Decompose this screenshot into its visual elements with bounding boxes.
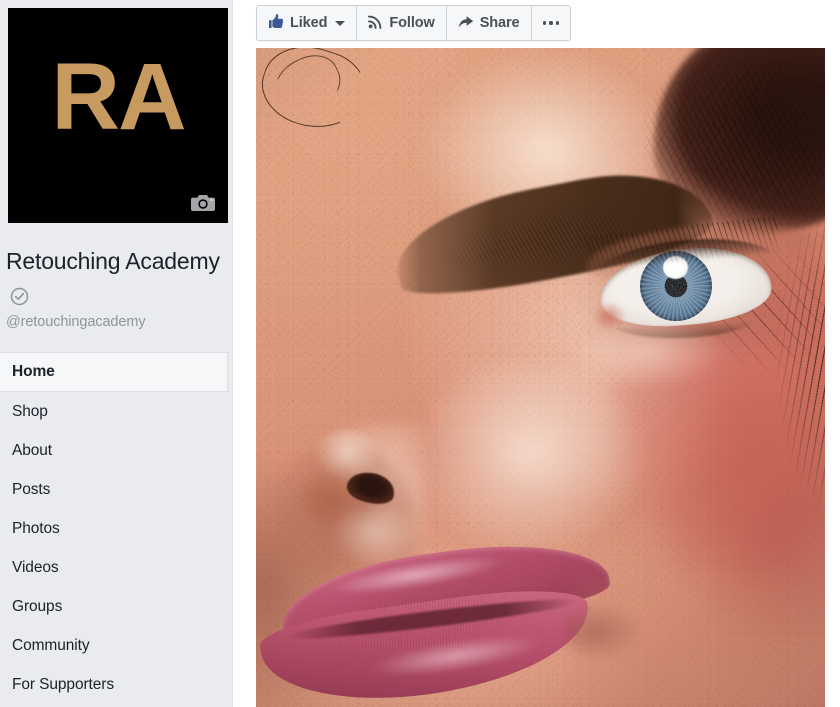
- thumbs-up-icon: [268, 13, 284, 33]
- sidebar-item-posts[interactable]: Posts: [0, 470, 232, 509]
- sidebar-item-label: For Supporters: [12, 676, 114, 693]
- cover-photo-image: [256, 48, 825, 707]
- sidebar-item-photos[interactable]: Photos: [0, 509, 232, 548]
- rss-icon: [368, 14, 383, 33]
- ellipsis-icon: [542, 21, 559, 25]
- liked-button-label: Liked: [290, 15, 328, 31]
- sidebar-item-label: Community: [12, 637, 90, 654]
- page-profile-picture[interactable]: RA: [8, 8, 228, 223]
- page-title-text: Retouching Academy: [6, 248, 220, 274]
- sidebar-item-label: Groups: [12, 598, 63, 615]
- more-options-button[interactable]: [531, 6, 570, 40]
- sidebar-item-community[interactable]: Community: [0, 626, 232, 665]
- sidebar-item-shop[interactable]: Shop: [0, 392, 232, 431]
- sidebar-item-label: Shop: [12, 403, 48, 420]
- photo-jawline: [574, 575, 825, 707]
- sidebar-item-label: Videos: [12, 559, 59, 576]
- sidebar-item-groups[interactable]: Groups: [0, 587, 232, 626]
- page-nav-list: Home Shop About Posts Photos Videos Grou…: [0, 352, 232, 704]
- follow-button[interactable]: Follow: [357, 6, 447, 40]
- sidebar-item-home[interactable]: Home: [0, 352, 228, 392]
- profile-picture-monogram: RA: [51, 44, 186, 150]
- verified-check-icon: [10, 281, 29, 315]
- sidebar-item-about[interactable]: About: [0, 431, 232, 470]
- share-button[interactable]: Share: [446, 6, 532, 40]
- camera-icon[interactable]: [190, 193, 216, 213]
- page-handle: @retouchingacademy: [6, 314, 146, 330]
- sidebar-item-videos[interactable]: Videos: [0, 548, 232, 587]
- cover-photo[interactable]: [256, 48, 825, 707]
- page-sidebar: RA Retouching Academy @retouchingacademy…: [0, 0, 232, 707]
- page-main-column: Liked Follow Share: [233, 0, 840, 707]
- facebook-page-screenshot: RA Retouching Academy @retouchingacademy…: [0, 0, 840, 707]
- follow-button-label: Follow: [389, 15, 435, 31]
- chevron-down-icon: [335, 20, 346, 26]
- share-button-label: Share: [479, 15, 520, 31]
- page-action-bar: Liked Follow Share: [256, 5, 571, 41]
- sidebar-item-label: Posts: [12, 481, 51, 498]
- page-title: Retouching Academy: [6, 244, 230, 315]
- sidebar-item-label: Home: [12, 363, 55, 380]
- sidebar-item-label: About: [12, 442, 53, 459]
- photo-tear-duct: [591, 301, 626, 332]
- sidebar-item-label: Photos: [12, 520, 60, 537]
- liked-button[interactable]: Liked: [257, 6, 358, 40]
- sidebar-item-for-supporters[interactable]: For Supporters: [0, 665, 232, 704]
- share-arrow-icon: [458, 14, 474, 33]
